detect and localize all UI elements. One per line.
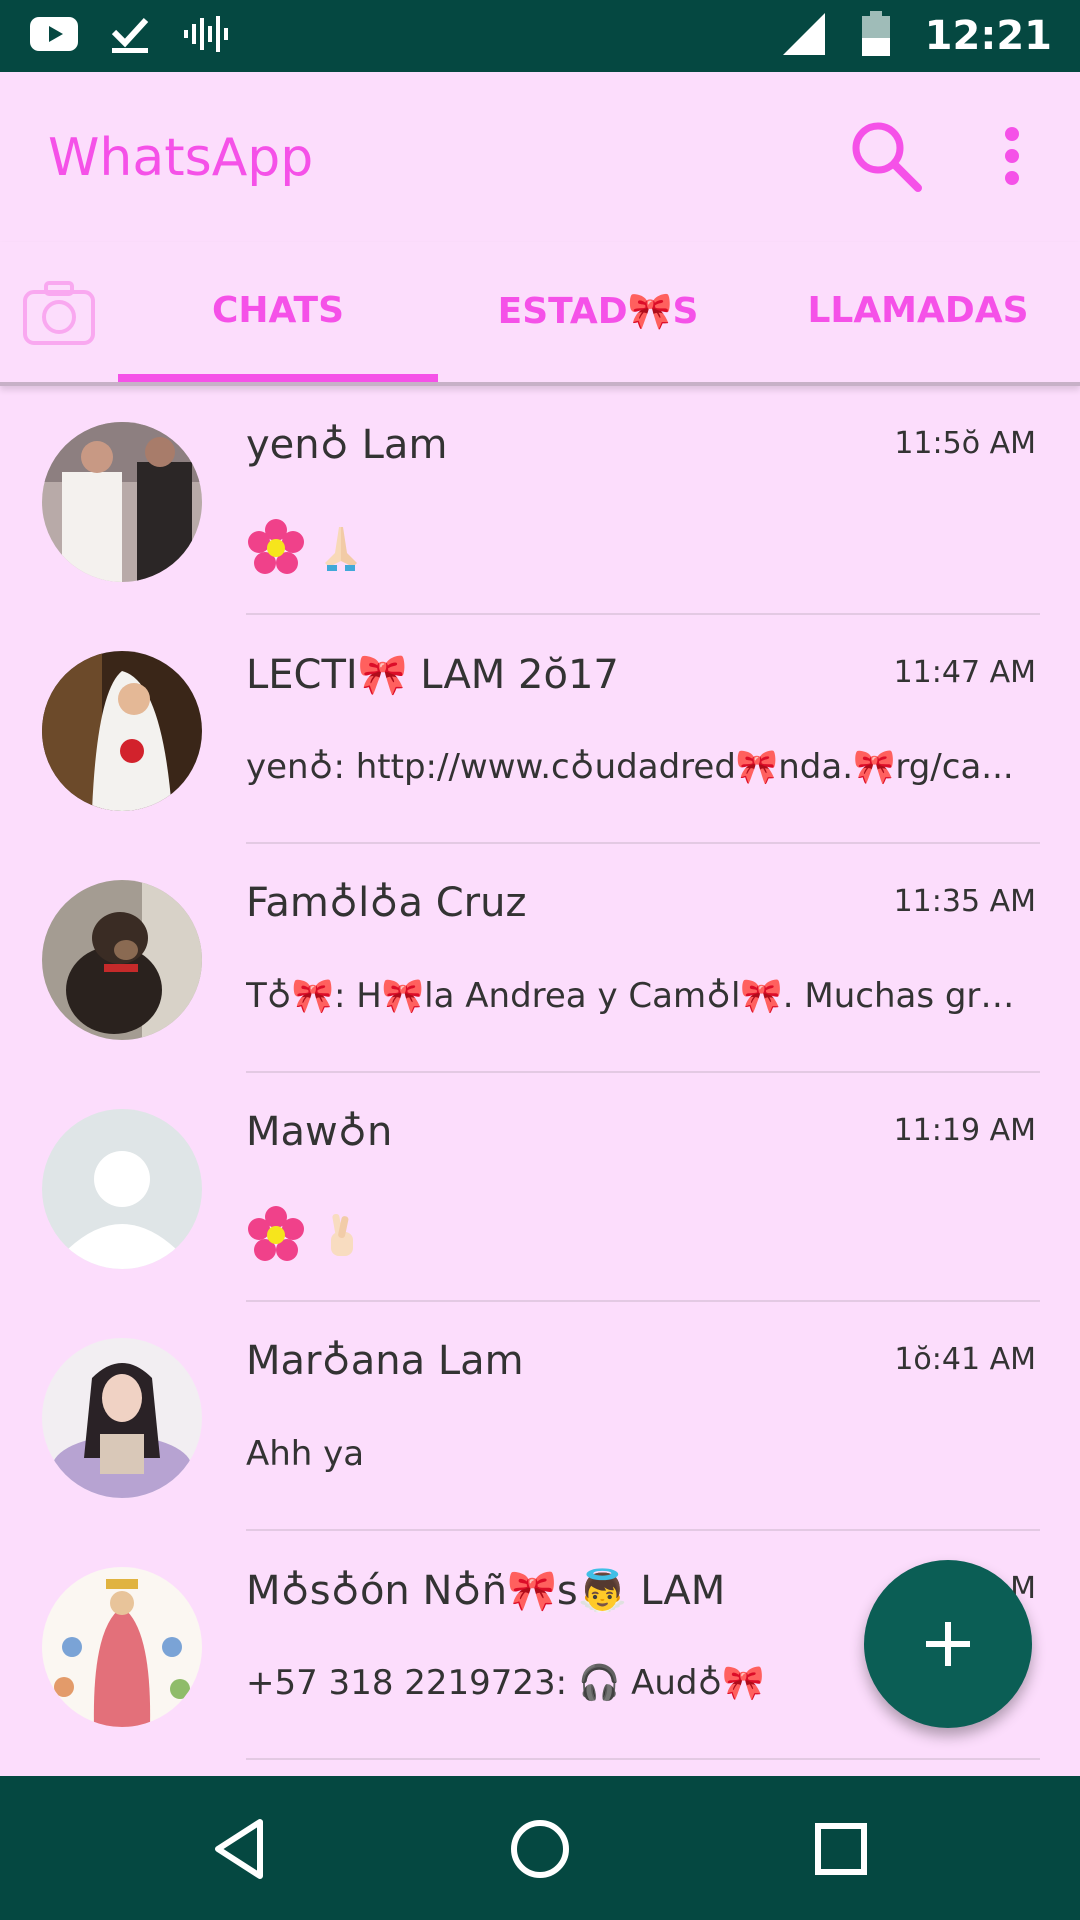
avatar[interactable] bbox=[42, 880, 202, 1040]
chat-row[interactable]: Fam♁l♁a Cruz 11:35 AM T♁🎀: H🎀la Andrea y… bbox=[0, 844, 1080, 1073]
chat-name: M♁s♁ón N♁ñ🎀s👼 LAM bbox=[246, 1568, 726, 1614]
back-icon[interactable] bbox=[206, 1814, 276, 1884]
new-chat-button[interactable] bbox=[864, 1560, 1032, 1728]
chat-message: T♁🎀: H🎀la Andrea y Cam♁l🎀. Muchas gra... bbox=[246, 976, 1016, 1016]
pray-hands-emoji-icon bbox=[321, 523, 361, 573]
more-vert-icon[interactable] bbox=[990, 118, 1034, 194]
chat-time: 11:35 AM bbox=[893, 884, 1036, 919]
audio-wave-icon bbox=[182, 14, 230, 58]
camera-icon[interactable] bbox=[22, 280, 96, 346]
flower-emoji-icon bbox=[246, 1205, 306, 1265]
recents-icon[interactable] bbox=[806, 1814, 876, 1884]
avatar[interactable] bbox=[42, 651, 202, 811]
avatar[interactable] bbox=[42, 422, 202, 582]
chat-time: 11:19 AM bbox=[893, 1113, 1036, 1148]
clock: 12:21 bbox=[924, 13, 1052, 59]
chat-name: Maw♁n bbox=[246, 1109, 393, 1155]
chat-message bbox=[246, 1205, 1016, 1265]
chat-name: Fam♁l♁a Cruz bbox=[246, 880, 527, 926]
check-icon bbox=[110, 14, 150, 58]
youtube-icon bbox=[30, 15, 78, 57]
tab-estados[interactable]: ESTAD🎀S bbox=[438, 290, 758, 340]
chat-row[interactable]: yen♁ Lam 11:5ŏ AM bbox=[0, 386, 1080, 615]
chat-list: yen♁ Lam 11:5ŏ AM LECTI🎀 LAM 2ŏ17 11:47 … bbox=[0, 386, 1080, 1760]
flower-emoji-icon bbox=[246, 518, 306, 578]
status-bar-left bbox=[30, 14, 230, 58]
chat-message: Ahh ya bbox=[246, 1434, 365, 1474]
chat-name: LECTI🎀 LAM 2ŏ17 bbox=[246, 652, 619, 698]
chat-time: 11:5ŏ AM bbox=[894, 426, 1036, 461]
status-bar: 12:21 bbox=[0, 0, 1080, 72]
tab-llamadas[interactable]: LLAMADAS bbox=[758, 290, 1078, 340]
chat-message: yen♁: http://www.c♁udadred🎀nda.🎀rg/ca... bbox=[246, 747, 1014, 787]
tab-chats[interactable]: CHATS bbox=[118, 290, 438, 340]
chat-row[interactable]: Mar♁ana Lam 1ŏ:41 AM Ahh ya bbox=[0, 1302, 1080, 1531]
chat-time: 11:47 AM bbox=[893, 655, 1036, 690]
chat-row[interactable]: Maw♁n 11:19 AM bbox=[0, 1073, 1080, 1302]
avatar[interactable] bbox=[42, 1567, 202, 1727]
search-icon[interactable] bbox=[848, 118, 924, 194]
chat-name: yen♁ Lam bbox=[246, 422, 448, 468]
navigation-bar bbox=[0, 1776, 1080, 1920]
app-title: WhatsApp bbox=[48, 128, 314, 188]
chat-row[interactable]: LECTI🎀 LAM 2ŏ17 11:47 AM yen♁: http://ww… bbox=[0, 615, 1080, 844]
signal-icon bbox=[781, 11, 827, 61]
tab-bar: CHATS ESTAD🎀S LLAMADAS bbox=[0, 242, 1080, 386]
chat-message bbox=[246, 518, 1016, 578]
home-icon[interactable] bbox=[505, 1814, 575, 1884]
chat-name: Mar♁ana Lam bbox=[246, 1338, 524, 1384]
plus-icon bbox=[926, 1622, 970, 1666]
row-divider bbox=[246, 1758, 1040, 1760]
tab-selected-indicator bbox=[118, 374, 438, 382]
status-bar-right: 12:21 bbox=[781, 0, 1052, 72]
chat-time: 1ŏ:41 AM bbox=[894, 1342, 1036, 1377]
battery-icon bbox=[861, 11, 891, 61]
avatar[interactable] bbox=[42, 1338, 202, 1498]
default-avatar-icon[interactable] bbox=[42, 1109, 202, 1269]
crossed-fingers-emoji-icon bbox=[321, 1210, 361, 1260]
